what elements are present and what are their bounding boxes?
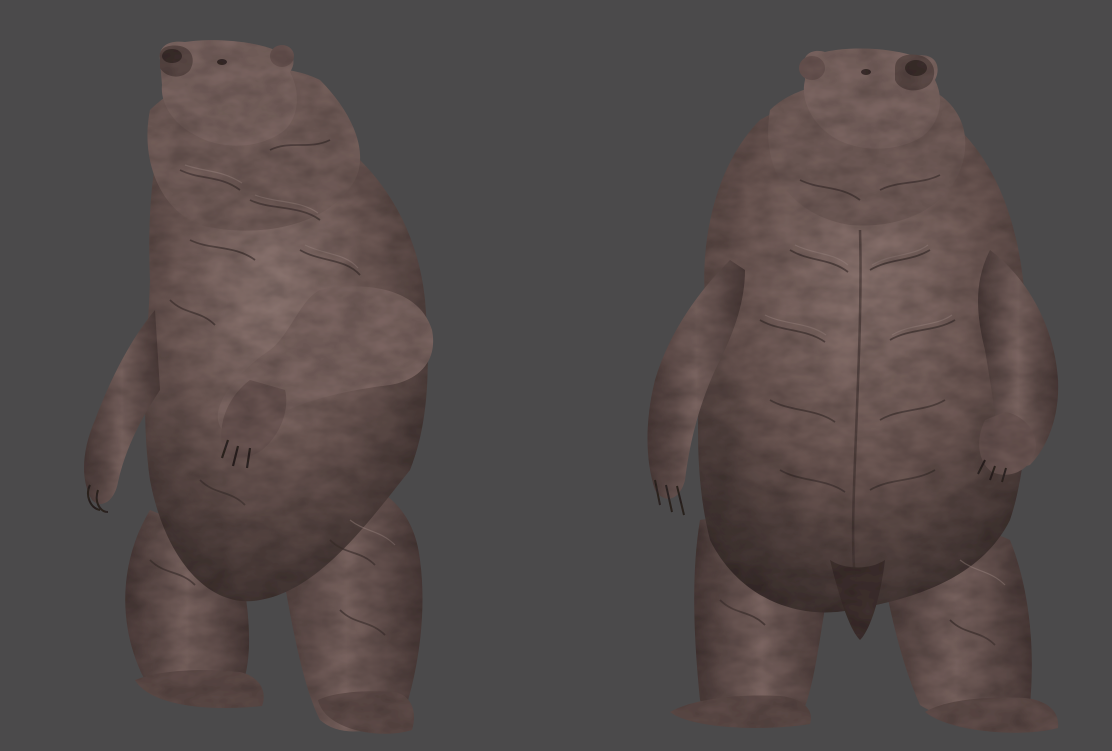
- bear-right-left-foot: [670, 695, 811, 728]
- bear-left-eye: [217, 59, 227, 65]
- bear-left-nose: [162, 49, 182, 63]
- sculpt-viewport: [0, 0, 1112, 751]
- bear-left-ear: [270, 45, 294, 67]
- bear-right: [647, 48, 1059, 733]
- bear-left-left-foot: [135, 670, 264, 709]
- bear-left-left-arm: [84, 310, 160, 504]
- bear-right-eye: [861, 69, 871, 75]
- bear-right-ear: [799, 56, 825, 80]
- bear-right-nose: [905, 60, 927, 76]
- bear-left: [84, 40, 434, 734]
